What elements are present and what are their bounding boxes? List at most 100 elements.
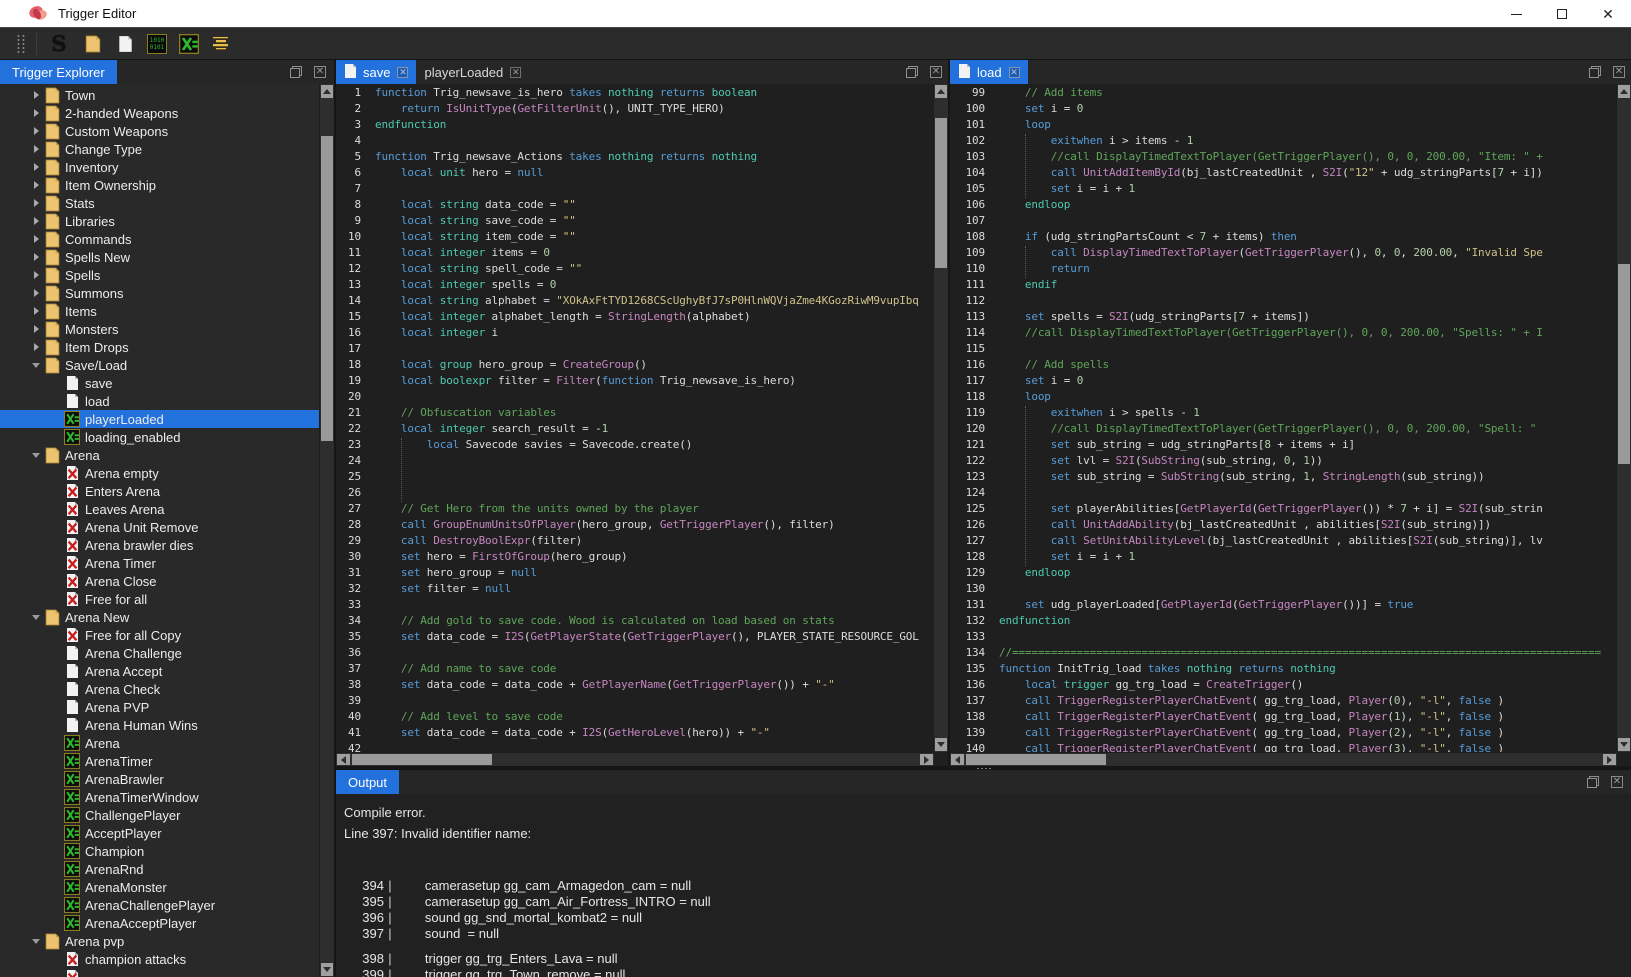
editor-left-vscrollbar[interactable] <box>933 84 948 752</box>
editor-left-hscrollbar[interactable] <box>336 752 934 766</box>
tree-item[interactable]: Arena pvp <box>0 932 319 950</box>
scroll-down-icon[interactable] <box>935 738 947 751</box>
tree-item[interactable]: Libraries <box>0 212 319 230</box>
chevron-collapsed-icon[interactable] <box>28 235 44 243</box>
tree-item[interactable]: ArenaBrawler <box>0 770 319 788</box>
tree-item[interactable]: save <box>0 374 319 392</box>
editor-right-vscrollbar[interactable] <box>1616 84 1631 752</box>
tree-item[interactable]: 2-handed Weapons <box>0 104 319 122</box>
chevron-collapsed-icon[interactable] <box>28 253 44 261</box>
scroll-right-icon[interactable] <box>1603 754 1616 765</box>
scroll-up-icon[interactable] <box>321 85 333 98</box>
tree-item[interactable]: Spells <box>0 266 319 284</box>
tree-item[interactable]: Arena empty <box>0 464 319 482</box>
chevron-collapsed-icon[interactable] <box>28 217 44 225</box>
editor-right-vscroll-thumb[interactable] <box>1618 264 1630 464</box>
explorer-close-icon[interactable]: ✕ <box>314 66 326 78</box>
output-close-icon[interactable]: ✕ <box>1611 776 1623 788</box>
tree-item[interactable]: ArenaRnd <box>0 860 319 878</box>
tree-item[interactable]: Stats <box>0 194 319 212</box>
toolbar-drag-handle[interactable] <box>16 34 26 54</box>
tree-item[interactable]: Arena Unit Remove <box>0 518 319 536</box>
chevron-collapsed-icon[interactable] <box>28 109 44 117</box>
new-document-icon[interactable] <box>114 32 136 55</box>
tree-item[interactable]: AcceptPlayer <box>0 824 319 842</box>
chevron-collapsed-icon[interactable] <box>28 325 44 333</box>
tree-item[interactable]: Arena Challenge <box>0 644 319 662</box>
chevron-collapsed-icon[interactable] <box>28 271 44 279</box>
chevron-expanded-icon[interactable] <box>28 363 44 368</box>
tree-item[interactable]: Item Drops <box>0 338 319 356</box>
explorer-vscroll-thumb[interactable] <box>321 136 333 441</box>
editor-right-hscroll-thumb[interactable] <box>966 754 1106 765</box>
chevron-collapsed-icon[interactable] <box>28 127 44 135</box>
tree-item[interactable]: Arena Close <box>0 572 319 590</box>
tree-item[interactable] <box>0 968 319 977</box>
close-button[interactable]: ✕ <box>1585 0 1631 28</box>
explorer-title-tab[interactable]: Trigger Explorer <box>0 60 117 84</box>
tab-load[interactable]: load✕ <box>950 60 1028 84</box>
tree-item[interactable]: Spells New <box>0 248 319 266</box>
script-icon[interactable] <box>178 32 200 55</box>
tree-item[interactable]: Custom Weapons <box>0 122 319 140</box>
tree-item[interactable]: Inventory <box>0 158 319 176</box>
minimize-button[interactable] <box>1493 0 1539 28</box>
tree-item[interactable]: Arena <box>0 446 319 464</box>
tab-close-icon[interactable]: ✕ <box>1009 67 1020 78</box>
chevron-expanded-icon[interactable] <box>28 453 44 458</box>
scroll-left-icon[interactable] <box>951 754 964 765</box>
code-editor-save[interactable]: 1function Trig_newsave_is_hero takes not… <box>336 84 934 752</box>
binary-code-icon[interactable]: 10100101 <box>146 32 168 55</box>
tree-item[interactable]: ArenaChallengePlayer <box>0 896 319 914</box>
tab-save[interactable]: save✕ <box>336 60 416 84</box>
tree-item[interactable]: ArenaMonster <box>0 878 319 896</box>
scroll-right-icon[interactable] <box>920 754 933 765</box>
scroll-up-icon[interactable] <box>1618 85 1630 98</box>
chevron-collapsed-icon[interactable] <box>28 289 44 297</box>
tab-playerLoaded[interactable]: playerLoaded✕ <box>416 60 529 84</box>
tree-item[interactable]: champion attacks <box>0 950 319 968</box>
chevron-expanded-icon[interactable] <box>28 939 44 944</box>
tree-item[interactable]: Commands <box>0 230 319 248</box>
tree-item[interactable]: ArenaTimer <box>0 752 319 770</box>
chevron-collapsed-icon[interactable] <box>28 91 44 99</box>
tree-item[interactable]: Item Ownership <box>0 176 319 194</box>
chevron-collapsed-icon[interactable] <box>28 181 44 189</box>
tree-item[interactable]: Arena Timer <box>0 554 319 572</box>
explorer-float-icon[interactable] <box>290 66 302 78</box>
tree-item[interactable]: ChallengePlayer <box>0 806 319 824</box>
tree-item[interactable]: Arena Accept <box>0 662 319 680</box>
scroll-s-icon[interactable]: S <box>48 32 70 55</box>
scroll-down-icon[interactable] <box>1618 738 1630 751</box>
editor-right-hscrollbar[interactable] <box>950 752 1617 766</box>
tree-item[interactable]: Free for all Copy <box>0 626 319 644</box>
tree-item[interactable]: load <box>0 392 319 410</box>
tree-item[interactable]: Arena New <box>0 608 319 626</box>
scroll-left-icon[interactable] <box>337 754 350 765</box>
editor-left-hscroll-thumb[interactable] <box>352 754 492 765</box>
tree-item[interactable]: Arena <box>0 734 319 752</box>
tree-item[interactable]: Enters Arena <box>0 482 319 500</box>
tree-item[interactable]: ArenaTimerWindow <box>0 788 319 806</box>
chevron-collapsed-icon[interactable] <box>28 199 44 207</box>
chevron-collapsed-icon[interactable] <box>28 307 44 315</box>
tab-close-icon[interactable]: ✕ <box>397 67 408 78</box>
chevron-collapsed-icon[interactable] <box>28 145 44 153</box>
tree-item[interactable]: Town <box>0 86 319 104</box>
tree-item[interactable]: loading_enabled <box>0 428 319 446</box>
chevron-collapsed-icon[interactable] <box>28 343 44 351</box>
tree-item[interactable]: Summons <box>0 284 319 302</box>
folder-icon[interactable] <box>82 32 104 55</box>
tree-item[interactable]: Items <box>0 302 319 320</box>
scroll-down-icon[interactable] <box>321 963 333 976</box>
tree-item[interactable]: ArenaAcceptPlayer <box>0 914 319 932</box>
tree-item[interactable]: playerLoaded <box>0 410 319 428</box>
tab-close-icon[interactable]: ✕ <box>510 67 521 78</box>
tree-item[interactable]: Arena PVP <box>0 698 319 716</box>
maximize-button[interactable] <box>1539 0 1585 28</box>
editor-left-vscroll-thumb[interactable] <box>935 118 947 268</box>
code-editor-load[interactable]: 99 // Add items100 set i = 0101 loop102 … <box>950 84 1617 752</box>
tree-item[interactable]: Monsters <box>0 320 319 338</box>
tree-item[interactable]: Arena Human Wins <box>0 716 319 734</box>
tree-item[interactable]: Champion <box>0 842 319 860</box>
